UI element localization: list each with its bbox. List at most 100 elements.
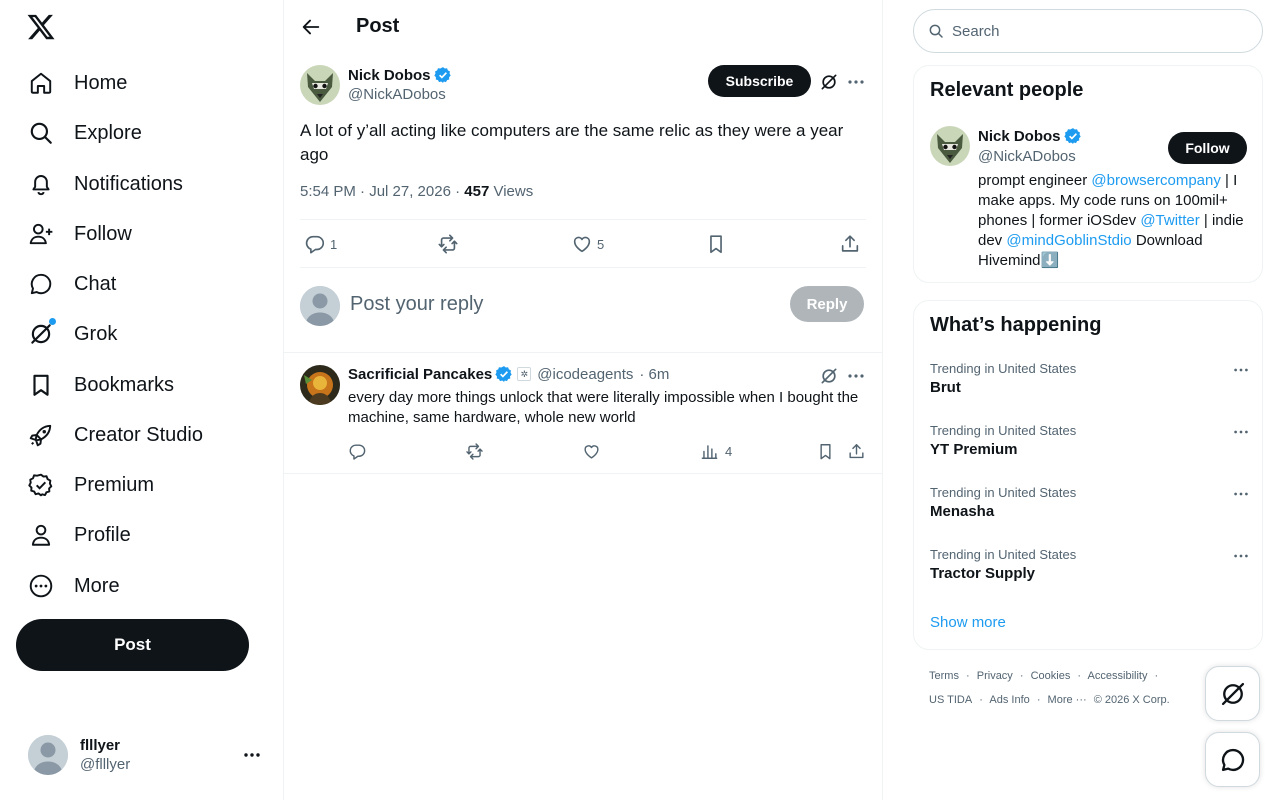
grok-fab-button[interactable] xyxy=(1205,666,1260,721)
trend-item[interactable]: Trending in United States Menasha xyxy=(930,485,1250,520)
heart-icon xyxy=(573,236,591,253)
nav-explore-label: Explore xyxy=(74,121,142,144)
search-bar[interactable] xyxy=(913,9,1263,53)
heart-icon xyxy=(584,445,599,459)
follow-button[interactable]: Follow xyxy=(1168,132,1247,164)
nav-home[interactable]: Home xyxy=(28,61,127,105)
more-dots-icon[interactable] xyxy=(1232,423,1250,441)
bio-text: prompt engineer xyxy=(978,172,1092,189)
nav-chat[interactable]: Chat xyxy=(28,262,116,306)
bio-link-browsercompany[interactable]: @browsercompany xyxy=(1091,172,1220,189)
footer-link-ads-info[interactable]: Ads Info xyxy=(989,694,1029,706)
bookmark-icon xyxy=(710,235,722,254)
more-dots-icon[interactable] xyxy=(1232,361,1250,379)
author-handle[interactable]: @NickADobos xyxy=(348,86,446,103)
footer-sep: · xyxy=(1036,694,1041,706)
account-switcher[interactable]: flllyer @flllyer xyxy=(28,735,268,775)
footer-link-us-tida[interactable]: US TIDA xyxy=(929,694,972,706)
reply-icon xyxy=(349,444,366,460)
reply-bookmark-button[interactable] xyxy=(816,442,835,461)
back-arrow-icon[interactable] xyxy=(300,16,322,38)
bio-link-mindgoblinstdio[interactable]: @mindGoblinStdio xyxy=(1006,232,1131,249)
reply-views-button[interactable]: 4 xyxy=(700,442,732,461)
bookmark-icon xyxy=(820,444,831,460)
left-navigation: Home Explore Notifications Follow Chat G… xyxy=(0,0,284,800)
grok-icon[interactable] xyxy=(819,366,839,386)
bookmark-button[interactable] xyxy=(705,233,727,255)
x-logo-icon[interactable] xyxy=(26,12,58,44)
post-button[interactable]: Post xyxy=(16,619,249,671)
more-dots-icon[interactable] xyxy=(846,366,866,386)
nav-explore[interactable]: Explore xyxy=(28,111,142,155)
nav-premium[interactable]: Premium xyxy=(28,463,154,507)
person-avatar[interactable] xyxy=(930,126,970,166)
reply-input[interactable]: Post your reply xyxy=(350,293,483,316)
nav-notifications-label: Notifications xyxy=(74,172,183,195)
nav-follow[interactable]: Follow xyxy=(28,212,132,256)
nav-notifications[interactable]: Notifications xyxy=(28,162,183,206)
reply-text: every day more things unlock that were l… xyxy=(348,389,859,426)
more-dots-icon[interactable] xyxy=(1232,547,1250,565)
more-dots-icon[interactable] xyxy=(846,72,866,92)
footer-link-cookies[interactable]: Cookies xyxy=(1031,670,1071,682)
share-icon xyxy=(849,444,864,459)
reply-submit-button[interactable]: Reply xyxy=(790,286,864,322)
reply-header: Sacrificial Pancakes ✲ @icodeagents · 6m xyxy=(348,365,669,383)
footer-link-terms[interactable]: Terms xyxy=(929,670,959,682)
trend-item[interactable]: Trending in United States YT Premium xyxy=(930,423,1250,458)
chat-icon xyxy=(1221,748,1244,771)
author-name[interactable]: Nick Dobos xyxy=(348,66,452,84)
footer-link-accessibility[interactable]: Accessibility xyxy=(1088,670,1148,682)
trend-item[interactable]: Trending in United States Tractor Supply xyxy=(930,547,1250,582)
bio-link-twitter[interactable]: @Twitter xyxy=(1140,212,1199,229)
author-avatar[interactable] xyxy=(300,65,340,105)
tweet-time[interactable]: 5:54 PM · Jul 27, 2026 · xyxy=(300,183,464,200)
page-title: Post xyxy=(356,15,400,37)
grok-icon[interactable] xyxy=(819,72,839,92)
reply-author-handle[interactable]: @icodeagents xyxy=(537,366,633,383)
reply-views-count: 4 xyxy=(725,444,733,459)
reply-author-avatar[interactable] xyxy=(300,365,340,405)
tweet-text: A lot of y’all acting like computers are… xyxy=(300,121,844,164)
nav-more[interactable]: More xyxy=(28,564,120,608)
footer-link-more[interactable]: More ··· xyxy=(1048,694,1087,706)
bell-icon xyxy=(28,171,54,197)
trend-name: YT Premium xyxy=(930,441,1018,458)
subscribe-button[interactable]: Subscribe xyxy=(708,65,811,97)
reply-count: 1 xyxy=(330,236,338,252)
reply-reply-button[interactable] xyxy=(348,442,367,461)
more-dots-icon[interactable] xyxy=(1232,485,1250,503)
trend-item[interactable]: Trending in United States Brut xyxy=(930,361,1250,396)
nav-grok[interactable]: Grok xyxy=(28,312,117,356)
nav-profile[interactable]: Profile xyxy=(28,513,131,557)
repost-button[interactable] xyxy=(437,233,459,255)
search-input[interactable] xyxy=(952,22,1242,40)
share-button[interactable] xyxy=(839,233,861,255)
nav-premium-label: Premium xyxy=(74,473,155,496)
footer-link-privacy[interactable]: Privacy xyxy=(977,670,1013,682)
nav-grok-label: Grok xyxy=(74,322,118,345)
whats-happening-card: What’s happening Trending in United Stat… xyxy=(913,300,1263,650)
show-more-link[interactable]: Show more xyxy=(930,614,1006,631)
nav-bookmarks[interactable]: Bookmarks xyxy=(28,363,174,407)
person-handle[interactable]: @NickADobos xyxy=(978,148,1076,165)
reply-repost-button[interactable] xyxy=(465,442,484,461)
reply-share-button[interactable] xyxy=(847,442,866,461)
like-button[interactable]: 5 xyxy=(571,233,604,255)
reply-time[interactable]: · 6m xyxy=(639,366,669,383)
reply-author-name[interactable]: Sacrificial Pancakes xyxy=(348,366,492,383)
rocket-icon xyxy=(28,422,54,448)
trend-name: Menasha xyxy=(930,503,995,520)
nav-creator-studio-label: Creator Studio xyxy=(74,423,203,446)
footer-sep: · xyxy=(979,694,983,706)
chat-fab-button[interactable] xyxy=(1205,732,1260,787)
person-name[interactable]: Nick Dobos xyxy=(978,127,1082,145)
reply-like-button[interactable] xyxy=(582,442,601,461)
affiliate-badge-icon[interactable]: ✲ xyxy=(517,367,532,381)
repost-icon xyxy=(438,234,458,254)
reply-button[interactable]: 1 xyxy=(304,233,337,255)
nav-more-label: More xyxy=(74,574,120,597)
more-dots-icon[interactable] xyxy=(242,745,262,765)
search-icon xyxy=(929,24,943,38)
nav-creator-studio[interactable]: Creator Studio xyxy=(28,413,203,457)
